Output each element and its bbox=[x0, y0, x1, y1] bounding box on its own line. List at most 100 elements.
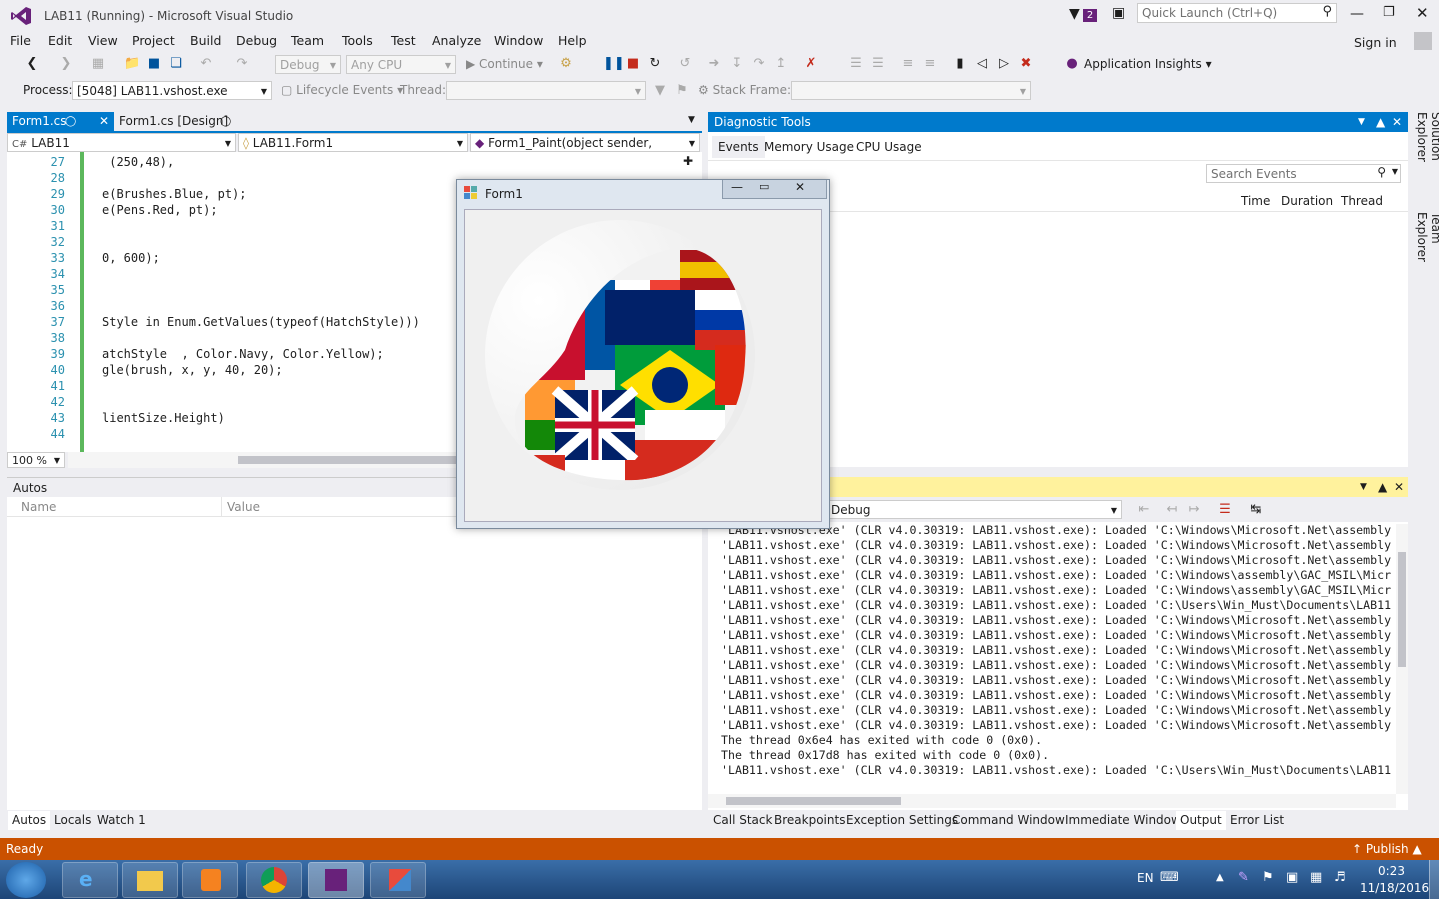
taskbar-visual-studio-icon[interactable] bbox=[308, 862, 364, 898]
comment-icon[interactable]: ☰ bbox=[848, 56, 864, 72]
taskbar-explorer-icon[interactable] bbox=[122, 862, 178, 898]
menu-build[interactable]: Build bbox=[190, 32, 221, 50]
output-vscrollbar[interactable] bbox=[1396, 524, 1408, 794]
undo-icon[interactable]: ↶ bbox=[198, 56, 214, 72]
menu-debug[interactable]: Debug bbox=[236, 32, 277, 50]
menu-test[interactable]: Test bbox=[391, 32, 416, 50]
menu-project[interactable]: Project bbox=[132, 32, 175, 50]
clear-bookmarks-icon[interactable]: ✖ bbox=[1018, 56, 1034, 72]
tray-network-icon[interactable]: ▦ bbox=[1310, 870, 1322, 885]
flag-icon[interactable]: ⚑ bbox=[674, 83, 690, 99]
project-combo[interactable]: C# LAB11 ▼ bbox=[7, 133, 236, 152]
thread-combo[interactable]: ▼ bbox=[446, 81, 646, 100]
new-project-icon[interactable]: ▦ bbox=[90, 56, 106, 72]
menu-team[interactable]: Team bbox=[291, 32, 324, 50]
save-all-icon[interactable]: ❏ bbox=[168, 56, 184, 72]
menu-view[interactable]: View bbox=[88, 32, 118, 50]
col-value[interactable]: Value bbox=[227, 500, 260, 514]
col-time[interactable]: Time bbox=[1241, 194, 1270, 208]
form-minimize-button[interactable]: — bbox=[731, 180, 743, 194]
zoom-combo[interactable]: 100 % ▼ bbox=[7, 452, 65, 468]
filter-icon[interactable]: ▼ bbox=[652, 83, 668, 99]
exceptions-icon[interactable]: ✗ bbox=[803, 56, 819, 72]
search-events-input[interactable]: Search Events ⚲ ▼ bbox=[1206, 164, 1401, 183]
language-indicator[interactable]: EN bbox=[1137, 871, 1154, 885]
tab-exception-settings[interactable]: Exception Settings bbox=[842, 811, 962, 830]
pin-icon[interactable]: ◯ bbox=[220, 112, 231, 131]
output-hscrollbar[interactable] bbox=[708, 794, 1396, 808]
break-all-icon[interactable]: ❚❚ bbox=[603, 56, 625, 72]
indent-icon[interactable]: ≡ bbox=[900, 56, 916, 72]
form-client-area[interactable] bbox=[464, 209, 822, 522]
outdent-icon[interactable]: ≡ bbox=[922, 56, 938, 72]
app-insights-button[interactable]: Application Insights ▾ bbox=[1084, 57, 1212, 71]
tab-form1-cs[interactable]: Form1.cs ◯ ✕ bbox=[7, 112, 114, 131]
clock-time[interactable]: 0:23 bbox=[1378, 864, 1405, 878]
publish-button[interactable]: ↑ Publish ▲ bbox=[1352, 842, 1422, 856]
form1-window[interactable]: Form1 — ▭ ✕ bbox=[456, 179, 830, 529]
tab-error-list[interactable]: Error List bbox=[1226, 811, 1288, 830]
col-name[interactable]: Name bbox=[21, 500, 56, 514]
open-file-icon[interactable]: 📁 bbox=[124, 56, 140, 72]
chevron-down-icon[interactable]: ▼ bbox=[1392, 167, 1398, 176]
solution-config-combo[interactable]: Debug ▼ bbox=[275, 55, 341, 74]
menu-tools[interactable]: Tools bbox=[342, 32, 373, 50]
tab-watch1[interactable]: Watch 1 bbox=[93, 811, 150, 830]
code-line[interactable]: 27 (250,48), bbox=[7, 154, 687, 170]
bookmark-icon[interactable]: ▮ bbox=[952, 56, 968, 72]
show-next-statement-icon[interactable]: ➜ bbox=[706, 56, 722, 72]
process-combo[interactable]: [5048] LAB11.vshost.exe ▼ bbox=[72, 81, 272, 100]
menu-file[interactable]: File bbox=[10, 32, 31, 50]
col-thread[interactable]: Thread bbox=[1341, 194, 1383, 208]
notification-count[interactable]: 2 bbox=[1083, 9, 1097, 22]
panel-menu-icon[interactable]: ▼ bbox=[1358, 112, 1365, 132]
taskbar-ie-icon[interactable]: e bbox=[62, 862, 118, 898]
tab-memory-usage[interactable]: Memory Usage bbox=[764, 140, 854, 154]
attach-icon[interactable]: ⚙ bbox=[558, 56, 574, 72]
form-close-button[interactable]: ✕ bbox=[795, 180, 805, 194]
minimize-button[interactable]: — bbox=[1350, 6, 1364, 22]
next-bookmark-icon[interactable]: ▷ bbox=[996, 56, 1012, 72]
restart-icon[interactable]: ↻ bbox=[647, 56, 663, 72]
tab-output[interactable]: Output bbox=[1176, 811, 1226, 830]
menu-window[interactable]: Window bbox=[494, 32, 543, 50]
prev-bookmark-icon[interactable]: ◁ bbox=[974, 56, 990, 72]
tab-command-window[interactable]: Command Window bbox=[948, 811, 1069, 830]
tab-autos[interactable]: Autos bbox=[8, 811, 51, 830]
taskbar-media-icon[interactable] bbox=[182, 862, 238, 898]
tab-close-icon[interactable]: ✕ bbox=[99, 112, 109, 131]
menu-edit[interactable]: Edit bbox=[48, 32, 72, 50]
menu-analyze[interactable]: Analyze bbox=[432, 32, 481, 50]
col-duration[interactable]: Duration bbox=[1281, 194, 1333, 208]
keyboard-icon[interactable]: ⌨ bbox=[1160, 870, 1179, 885]
side-tab-team-explorer[interactable]: Team Explorer bbox=[1413, 212, 1439, 292]
form-maximize-button[interactable]: ▭ bbox=[759, 180, 769, 193]
next-message-icon[interactable]: ↦ bbox=[1186, 502, 1202, 518]
close-button[interactable]: ✕ bbox=[1416, 4, 1429, 22]
quick-launch-input[interactable]: Quick Launch (Ctrl+Q) ⚲ bbox=[1137, 3, 1337, 23]
step-out-icon[interactable]: ↥ bbox=[773, 56, 789, 72]
save-icon[interactable]: ■ bbox=[146, 56, 162, 72]
tab-breakpoints[interactable]: Breakpoints bbox=[770, 811, 849, 830]
side-tab-solution-explorer[interactable]: Solution Explorer bbox=[1413, 112, 1439, 208]
forward-icon[interactable]: ❯ bbox=[58, 56, 74, 72]
uncomment-icon[interactable]: ☰ bbox=[870, 56, 886, 72]
vscroll-thumb[interactable] bbox=[1398, 552, 1406, 667]
refresh-icon[interactable]: ↺ bbox=[677, 56, 693, 72]
find-icon[interactable]: ⇤ bbox=[1136, 502, 1152, 518]
show-desktop-button[interactable] bbox=[1429, 860, 1439, 899]
back-icon[interactable]: ❮ bbox=[24, 56, 40, 72]
close-panel-icon[interactable]: ✕ bbox=[1394, 477, 1404, 497]
member-combo[interactable]: ◆ Form1_Paint(object sender, PaintEve▼ bbox=[470, 133, 700, 169]
tab-events[interactable]: Events bbox=[712, 136, 765, 158]
tab-form1-design[interactable]: Form1.cs [Design] ◯ bbox=[114, 112, 234, 131]
prev-message-icon[interactable]: ↤ bbox=[1164, 502, 1180, 518]
step-over-icon[interactable]: ↷ bbox=[751, 56, 767, 72]
output-source-combo[interactable]: Debug ▼ bbox=[826, 500, 1122, 519]
tab-immediate-window[interactable]: Immediate Window bbox=[1061, 811, 1185, 830]
start-button[interactable] bbox=[6, 862, 46, 898]
stack-frame-combo[interactable]: ▼ bbox=[791, 81, 1031, 100]
sign-in-link[interactable]: Sign in bbox=[1354, 34, 1397, 52]
clear-all-icon[interactable]: ☰ bbox=[1217, 502, 1233, 518]
tab-cpu-usage[interactable]: CPU Usage bbox=[856, 140, 922, 154]
